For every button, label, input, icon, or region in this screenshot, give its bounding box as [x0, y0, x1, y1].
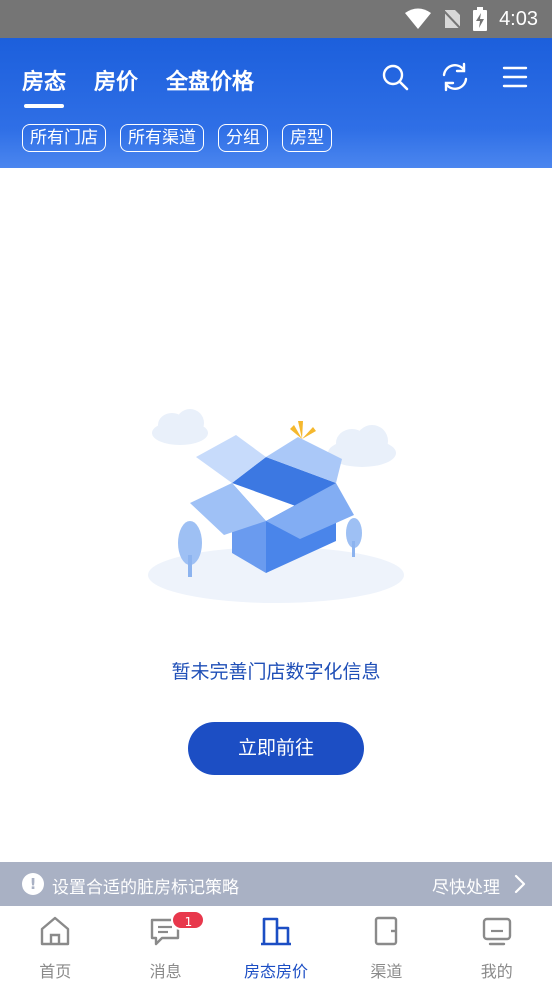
go-now-button[interactable]: 立即前往 [188, 722, 364, 775]
nav-label-home: 首页 [39, 962, 72, 981]
menu-icon[interactable] [500, 62, 530, 92]
home-icon [40, 916, 70, 946]
filter-room-type[interactable]: 房型 [282, 124, 332, 152]
battery-charging-icon [473, 7, 488, 31]
no-sim-icon [443, 9, 462, 30]
notice-action[interactable]: 尽快处理 [432, 873, 500, 898]
info-icon: ! [22, 873, 44, 895]
header: 房态 房价 全盘价格 所有门店 所有渠道 分组 房型 [0, 38, 552, 168]
status-icons: 4:03 [405, 0, 538, 38]
wifi-icon [405, 8, 432, 29]
empty-state-message: 暂未完善门店数字化信息 [171, 661, 381, 683]
header-tabs: 房态 房价 全盘价格 [22, 64, 254, 108]
filter-group[interactable]: 分组 [218, 124, 268, 152]
nav-item-messages[interactable]: 1 消息 [110, 906, 220, 981]
sparkle-icon [290, 421, 316, 439]
nav-item-profile[interactable]: 我的 [442, 906, 552, 981]
status-bar: 4:03 [0, 0, 552, 38]
nav-label-profile: 我的 [480, 962, 513, 981]
nav-label-messages: 消息 [149, 962, 182, 981]
status-time: 4:03 [499, 7, 538, 30]
header-actions [380, 62, 530, 92]
nav-item-channels[interactable]: 渠道 [331, 906, 441, 981]
nav-label-room-status-price: 房态房价 [243, 962, 308, 981]
profile-icon [482, 917, 511, 946]
notice-message: 设置合适的脏房标记策略 [52, 878, 239, 898]
tab-room-status[interactable]: 房态 [22, 64, 66, 108]
message-badge: 1 [171, 910, 206, 930]
notice-bar[interactable]: ! 设置合适的脏房标记策略 尽快处理 [0, 862, 552, 906]
filter-all-channels[interactable]: 所有渠道 [120, 124, 204, 152]
refresh-icon[interactable] [440, 62, 470, 92]
channel-icon [374, 916, 398, 946]
filter-all-stores[interactable]: 所有门店 [22, 124, 106, 152]
bottom-nav: 首页 1 消息 房态房价 渠道 我的 [0, 906, 552, 981]
room-status-icon [260, 917, 291, 946]
filter-bar: 所有门店 所有渠道 分组 房型 [22, 124, 332, 152]
search-icon[interactable] [380, 62, 410, 92]
nav-item-home[interactable]: 首页 [0, 906, 110, 981]
empty-box-illustration [148, 409, 404, 603]
tab-all-prices[interactable]: 全盘价格 [166, 64, 254, 96]
chevron-right-icon[interactable] [510, 874, 530, 894]
tab-room-price[interactable]: 房价 [94, 64, 138, 96]
nav-label-channels: 渠道 [370, 962, 403, 981]
nav-item-room-status-price[interactable]: 房态房价 [221, 906, 331, 981]
